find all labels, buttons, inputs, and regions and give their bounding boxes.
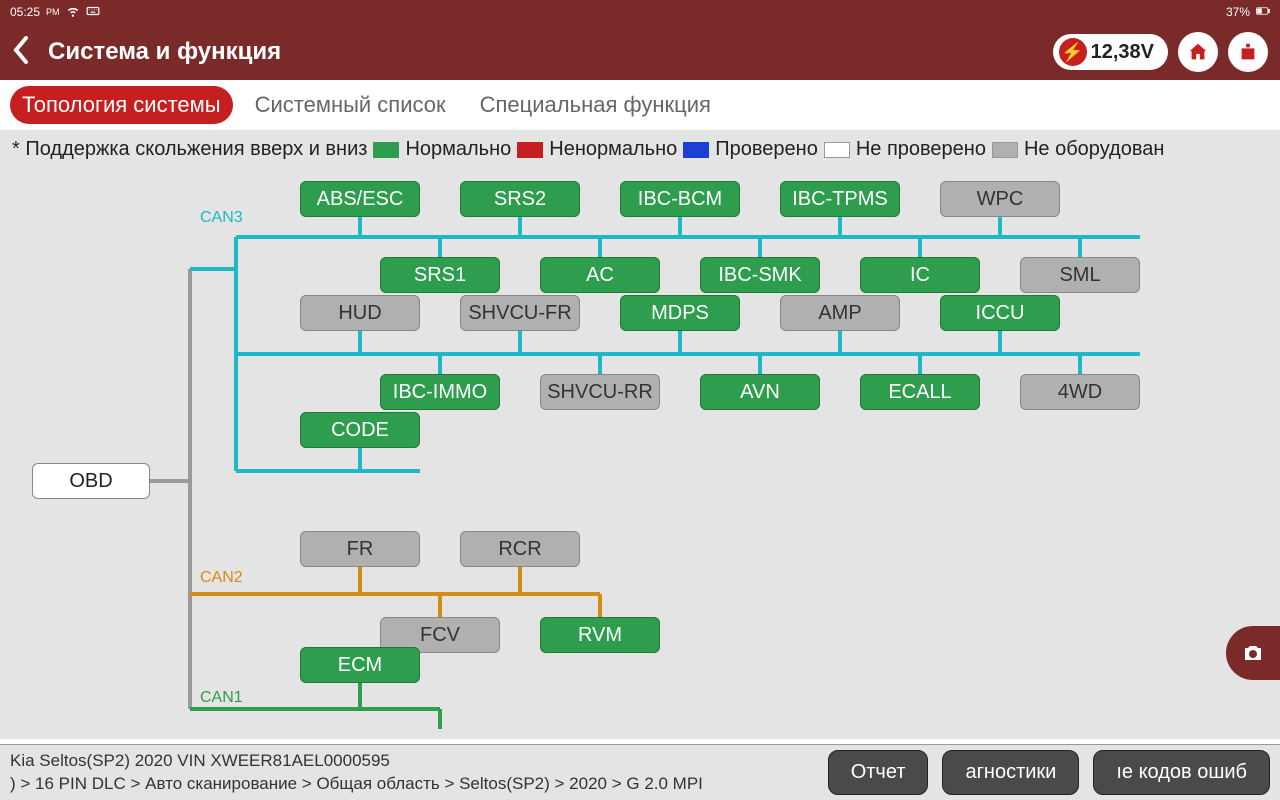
node-code[interactable]: CODE <box>300 412 420 448</box>
node-shvcu-rr[interactable]: SHVCU-RR <box>540 374 660 410</box>
battery-percent: 37% <box>1226 5 1250 19</box>
legend-note: * Поддержка скольжения вверх и вниз <box>12 138 367 161</box>
home-button[interactable] <box>1178 32 1218 72</box>
bottom-bar: Kia Seltos(SP2) 2020 VIN XWEER81AEL00005… <box>0 744 1280 800</box>
legend-swatch-normal <box>373 142 399 158</box>
voltage-badge: ⚡ 12,38V <box>1053 34 1168 70</box>
node-ac[interactable]: AC <box>540 257 660 293</box>
bus-label-can1: CAN1 <box>200 689 243 707</box>
node-obd[interactable]: OBD <box>32 463 150 499</box>
node-sml[interactable]: SML <box>1020 257 1140 293</box>
tab-special-function[interactable]: Специальная функция <box>468 86 723 124</box>
node-4wd[interactable]: 4WD <box>1020 374 1140 410</box>
clear-codes-button[interactable]: ıе кодов ошиб <box>1093 750 1270 795</box>
battery-icon <box>1256 4 1270 21</box>
tab-system-list[interactable]: Системный список <box>243 86 458 124</box>
vehicle-line1: Kia Seltos(SP2) 2020 VIN XWEER81AEL00005… <box>10 750 703 772</box>
node-iccu[interactable]: ICCU <box>940 295 1060 331</box>
topology-canvas[interactable]: CAN3 CAN2 CAN1 OBD ABS/ESC SRS2 IBC-BCM … <box>0 169 1280 739</box>
node-hud[interactable]: HUD <box>300 295 420 331</box>
vehicle-line2: ) > 16 PIN DLC > Авто сканирование > Общ… <box>10 773 703 795</box>
node-mdps[interactable]: MDPS <box>620 295 740 331</box>
node-rvm[interactable]: RVM <box>540 617 660 653</box>
camera-fab[interactable] <box>1226 626 1280 680</box>
legend-bar: * Поддержка скольжения вверх и вниз Норм… <box>0 130 1280 169</box>
back-button[interactable] <box>12 35 30 70</box>
node-rcr[interactable]: RCR <box>460 531 580 567</box>
page-title: Система и функция <box>48 38 281 66</box>
diagnostics-button[interactable]: агностики <box>942 750 1079 795</box>
node-amp[interactable]: AMP <box>780 295 900 331</box>
node-ibc-tpms[interactable]: IBC-TPMS <box>780 181 900 217</box>
legend-swatch-abnormal <box>517 142 543 158</box>
bus-label-can2: CAN2 <box>200 569 243 587</box>
node-ic[interactable]: IC <box>860 257 980 293</box>
bus-label-can3: CAN3 <box>200 209 243 227</box>
legend-swatch-notequipped <box>992 142 1018 158</box>
node-abs-esc[interactable]: ABS/ESC <box>300 181 420 217</box>
status-ampm: PM <box>46 7 60 17</box>
status-bar: 05:25 PM 37% <box>0 0 1280 24</box>
report-button[interactable]: Отчет <box>828 750 929 795</box>
node-ibc-smk[interactable]: IBC-SMK <box>700 257 820 293</box>
exit-button[interactable] <box>1228 32 1268 72</box>
node-srs2[interactable]: SRS2 <box>460 181 580 217</box>
legend-swatch-unchecked <box>824 142 850 158</box>
node-avn[interactable]: AVN <box>700 374 820 410</box>
app-header: Система и функция ⚡ 12,38V <box>0 24 1280 80</box>
tab-topology[interactable]: Топология системы <box>10 86 233 124</box>
wifi-icon <box>66 4 80 21</box>
node-fr[interactable]: FR <box>300 531 420 567</box>
node-ibc-bcm[interactable]: IBC-BCM <box>620 181 740 217</box>
node-ecm[interactable]: ECM <box>300 647 420 683</box>
keyboard-icon <box>86 4 100 21</box>
bolt-icon: ⚡ <box>1059 38 1087 66</box>
legend-swatch-checked <box>683 142 709 158</box>
vehicle-info: Kia Seltos(SP2) 2020 VIN XWEER81AEL00005… <box>10 750 703 794</box>
node-srs1[interactable]: SRS1 <box>380 257 500 293</box>
node-shvcu-fr[interactable]: SHVCU-FR <box>460 295 580 331</box>
voltage-value: 12,38V <box>1091 41 1154 64</box>
tab-bar: Топология системы Системный список Специ… <box>0 80 1280 130</box>
node-wpc[interactable]: WPC <box>940 181 1060 217</box>
node-ibc-immo[interactable]: IBC-IMMO <box>380 374 500 410</box>
node-ecall[interactable]: ECALL <box>860 374 980 410</box>
status-time: 05:25 <box>10 5 40 19</box>
